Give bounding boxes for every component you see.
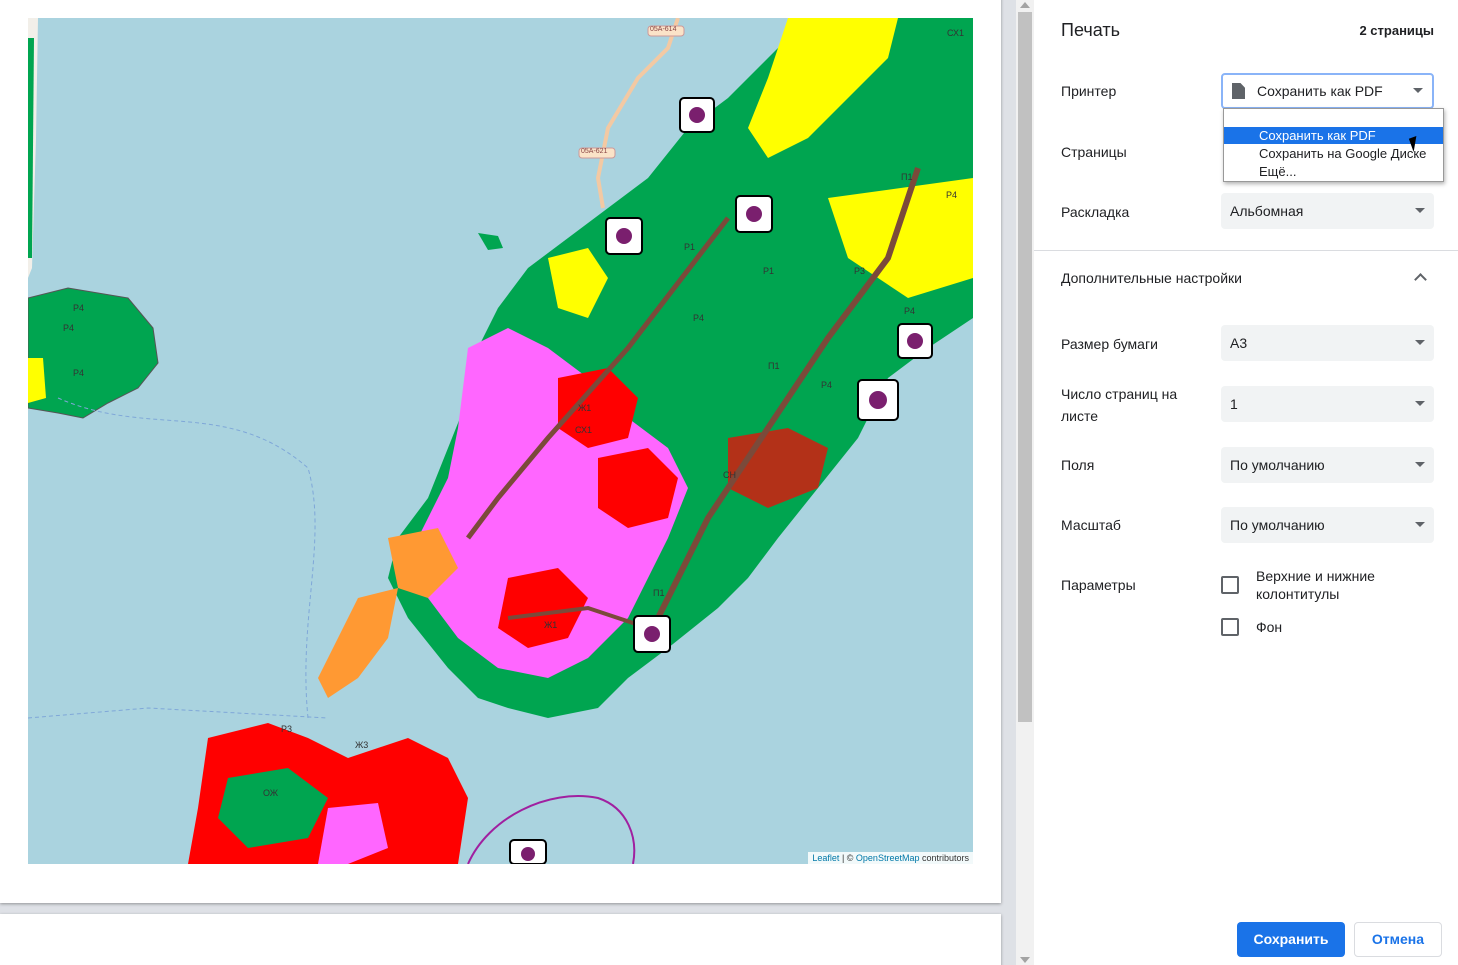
zone-label: Р4 bbox=[821, 380, 833, 390]
map-image: 05A-614 05A-621 Р4 Р4 Р4 Р4 Р4 Р4 Р4 Р1 … bbox=[28, 18, 973, 864]
scroll-up-arrow-icon[interactable] bbox=[1020, 2, 1030, 8]
layout-value: Альбомная bbox=[1230, 203, 1304, 219]
pages-per-sheet-select[interactable]: 1 bbox=[1221, 386, 1434, 422]
zone-label: Ж3 bbox=[355, 740, 369, 750]
background-label[interactable]: Фон bbox=[1256, 618, 1416, 636]
osm-link[interactable]: OpenStreetMap bbox=[856, 853, 920, 863]
preview-page-2 bbox=[0, 914, 1001, 965]
cancel-button[interactable]: Отмена bbox=[1354, 922, 1442, 957]
chevron-up-icon[interactable] bbox=[1414, 273, 1427, 286]
road-label: 05A-614 bbox=[650, 26, 677, 33]
pages-per-sheet-value: 1 bbox=[1230, 396, 1238, 412]
chevron-down-icon bbox=[1415, 340, 1425, 345]
chevron-down-icon bbox=[1415, 208, 1425, 213]
layout-select[interactable]: Альбомная bbox=[1221, 193, 1434, 229]
road-label: 05A-621 bbox=[581, 148, 608, 155]
zone-label: Р4 bbox=[73, 303, 85, 313]
print-preview-area: 05A-614 05A-621 Р4 Р4 Р4 Р4 Р4 Р4 Р4 Р1 … bbox=[0, 0, 1016, 965]
zone-label: Р4 bbox=[946, 190, 958, 200]
zone-label: П1 bbox=[901, 172, 913, 182]
chevron-down-icon bbox=[1415, 401, 1425, 406]
headers-footers-label[interactable]: Верхние и нижние колонтитулы bbox=[1256, 567, 1416, 603]
zone-label: Р4 bbox=[73, 368, 85, 378]
preview-scrollbar[interactable] bbox=[1016, 0, 1034, 965]
scroll-down-arrow-icon[interactable] bbox=[1020, 957, 1030, 963]
chevron-down-icon bbox=[1413, 88, 1423, 93]
zone-label: Ж1 bbox=[544, 620, 558, 630]
print-settings-sidebar: Печать 2 страницы Принтер Сохранить как … bbox=[1034, 0, 1458, 965]
printer-label: Принтер bbox=[1061, 83, 1117, 99]
pdf-file-icon bbox=[1232, 83, 1245, 99]
zone-label: П1 bbox=[768, 361, 780, 371]
zone-label: СХ1 bbox=[947, 28, 965, 38]
attribution-separator: | © bbox=[839, 853, 856, 863]
zone-label: Р3 bbox=[281, 724, 293, 734]
background-checkbox[interactable] bbox=[1221, 618, 1239, 636]
zone-label: ОЖ bbox=[263, 788, 279, 798]
headers-footers-checkbox[interactable] bbox=[1221, 576, 1239, 594]
margins-select[interactable]: По умолчанию bbox=[1221, 447, 1434, 483]
zone-label: Р1 bbox=[763, 266, 775, 276]
scale-value: По умолчанию bbox=[1230, 517, 1325, 533]
chevron-down-icon bbox=[1415, 522, 1425, 527]
more-settings-toggle[interactable]: Дополнительные настройки bbox=[1061, 267, 1242, 289]
preview-page-1: 05A-614 05A-621 Р4 Р4 Р4 Р4 Р4 Р4 Р4 Р1 … bbox=[0, 0, 1001, 903]
zone-label: П1 bbox=[653, 588, 665, 598]
zone-label: Р1 bbox=[684, 242, 696, 252]
zone-label: Р3 bbox=[854, 266, 866, 276]
scale-select[interactable]: По умолчанию bbox=[1221, 507, 1434, 543]
leaflet-link[interactable]: Leaflet bbox=[812, 853, 839, 863]
printer-dropdown-list: Сохранить как PDF Сохранить на Google Ди… bbox=[1223, 108, 1444, 182]
zone-label: СХ1 bbox=[575, 425, 593, 435]
zone-label: Р4 bbox=[904, 306, 916, 316]
save-button[interactable]: Сохранить bbox=[1237, 922, 1345, 957]
paper-size-select[interactable]: A3 bbox=[1221, 325, 1434, 361]
printer-option-more[interactable]: Ещё... bbox=[1224, 163, 1443, 180]
page-count: 2 страницы bbox=[1359, 23, 1434, 38]
scale-label: Масштаб bbox=[1061, 517, 1121, 533]
pages-label: Страницы bbox=[1061, 144, 1127, 160]
print-title: Печать bbox=[1061, 20, 1120, 40]
zone-label: Ж1 bbox=[578, 403, 592, 413]
printer-option-google-drive[interactable]: Сохранить на Google Диске bbox=[1224, 145, 1443, 162]
zone-label: Р4 bbox=[63, 323, 75, 333]
paper-size-label: Размер бумаги bbox=[1061, 336, 1158, 352]
attribution-contributors: contributors bbox=[919, 853, 969, 863]
scroll-thumb[interactable] bbox=[1018, 12, 1032, 722]
margins-value: По умолчанию bbox=[1230, 457, 1325, 473]
printer-selected-value: Сохранить как PDF bbox=[1257, 83, 1383, 99]
zone-label: СН bbox=[723, 470, 736, 480]
paper-size-value: A3 bbox=[1230, 335, 1248, 351]
map-attribution: Leaflet | © OpenStreetMap contributors bbox=[808, 852, 973, 864]
chevron-down-icon bbox=[1415, 462, 1425, 467]
map-drawing bbox=[28, 18, 973, 864]
options-label: Параметры bbox=[1061, 577, 1136, 593]
section-divider bbox=[1034, 250, 1458, 251]
pages-per-sheet-label: Число страниц на листе bbox=[1061, 386, 1178, 424]
layout-label: Раскладка bbox=[1061, 204, 1130, 220]
margins-label: Поля bbox=[1061, 457, 1095, 473]
printer-select[interactable]: Сохранить как PDF bbox=[1221, 73, 1434, 109]
zone-label: Р4 bbox=[693, 313, 705, 323]
